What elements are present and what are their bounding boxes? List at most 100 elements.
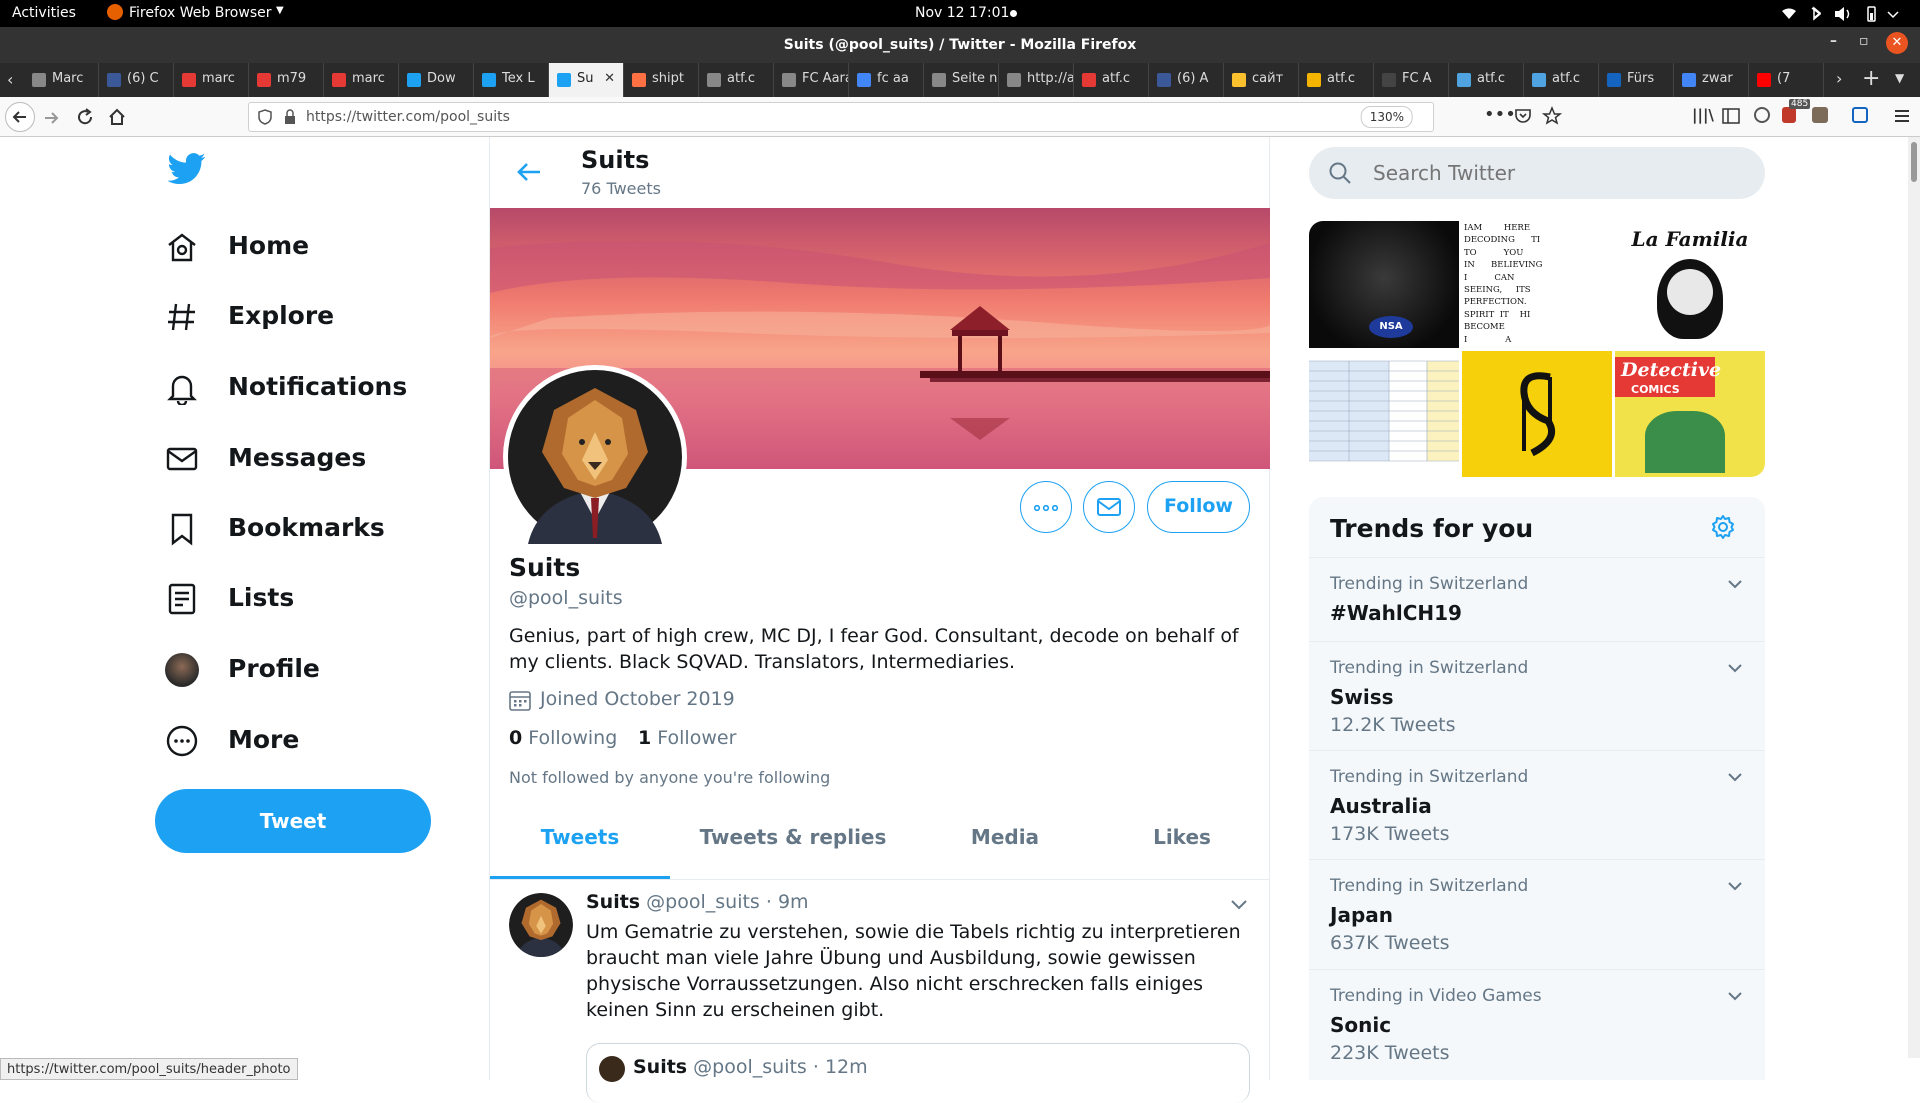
browser-tab[interactable]: shipt xyxy=(624,63,699,97)
browser-tab[interactable]: atf.c xyxy=(1524,63,1599,97)
tab-label: atf.c xyxy=(1327,71,1355,86)
twitter-logo-icon[interactable] xyxy=(168,153,206,185)
browser-tab[interactable]: atf.c xyxy=(699,63,774,97)
app-menu[interactable]: Firefox Web Browser xyxy=(129,5,272,21)
trend-item[interactable]: Trending in Switzerland #WahlCH19 xyxy=(1309,557,1765,641)
browser-tab[interactable]: сайт xyxy=(1224,63,1299,97)
page-scrollbar[interactable] xyxy=(1908,137,1920,1058)
browser-tab[interactable]: (6) A xyxy=(1149,63,1224,97)
tweet-avatar[interactable] xyxy=(509,893,573,957)
browser-tab[interactable]: marc xyxy=(324,63,399,97)
profile-avatar[interactable] xyxy=(503,365,687,549)
media-thumbnail[interactable]: Detective COMICS xyxy=(1615,351,1765,477)
pocket-icon[interactable] xyxy=(1514,107,1532,125)
back-button[interactable] xyxy=(5,102,35,132)
follow-button[interactable]: Follow xyxy=(1147,481,1250,533)
browser-tab[interactable]: FC A xyxy=(1374,63,1449,97)
star-bookmark-icon[interactable] xyxy=(1542,106,1562,126)
new-tab-icon[interactable]: + xyxy=(1862,66,1880,91)
browser-tab[interactable]: Dow xyxy=(399,63,474,97)
spreadsheet-image xyxy=(1309,360,1459,462)
browser-tab[interactable]: Marc xyxy=(24,63,99,97)
chevron-down-icon[interactable] xyxy=(1727,660,1743,676)
browser-tab[interactable]: Seite nic xyxy=(924,63,999,97)
zoom-indicator[interactable]: 130% xyxy=(1360,106,1413,128)
media-thumbnail[interactable]: IAM HERE DECODING TI TO YOU IN BELIEVING I C… xyxy=(1462,221,1612,348)
page-actions-icon[interactable]: ••• xyxy=(1484,104,1516,125)
browser-tab[interactable]: fc aa xyxy=(849,63,924,97)
system-status-area[interactable] xyxy=(1780,5,1910,23)
media-thumbnail[interactable]: NSA xyxy=(1309,221,1459,348)
chevron-down-icon[interactable] xyxy=(1727,988,1743,1004)
chevron-down-icon[interactable] xyxy=(1727,769,1743,785)
maximize-button[interactable]: ▫ xyxy=(1859,33,1869,49)
trend-item[interactable]: Trending in Switzerland Japan 637K Tweet… xyxy=(1309,859,1765,969)
gear-icon[interactable] xyxy=(1710,514,1736,540)
back-arrow-icon[interactable] xyxy=(516,161,542,183)
message-button[interactable] xyxy=(1083,481,1135,533)
media-thumbnail[interactable]: La Familia xyxy=(1615,221,1765,348)
browser-tab[interactable]: Tex L xyxy=(474,63,549,97)
forward-arrow-icon[interactable] xyxy=(42,109,60,127)
browser-tab[interactable]: zwar xyxy=(1674,63,1749,97)
browser-tab[interactable]: marc xyxy=(174,63,249,97)
scroll-tabs-right-icon[interactable]: › xyxy=(1836,69,1842,88)
quoted-tweet-header: Suits @pool_suits · 12m xyxy=(633,1056,868,1078)
tab-tweets[interactable]: Tweets xyxy=(490,825,670,849)
media-thumbnail[interactable] xyxy=(1462,351,1612,477)
tab-media[interactable]: Media xyxy=(916,825,1094,849)
tab-tweets-replies[interactable]: Tweets & replies xyxy=(670,825,916,849)
browser-tab[interactable]: Su ✕ xyxy=(549,63,624,97)
browser-tab[interactable]: Fürs xyxy=(1599,63,1674,97)
tab-likes[interactable]: Likes xyxy=(1094,825,1270,849)
activities-button[interactable]: Activities xyxy=(12,5,76,21)
followers-link[interactable]: 1 Follower xyxy=(638,727,736,749)
tweet-button[interactable]: Tweet xyxy=(155,789,431,853)
tweet-author-name[interactable]: Suits xyxy=(586,891,640,913)
window-titlebar[interactable]: Suits (@pool_suits) / Twitter - Mozilla … xyxy=(0,27,1920,63)
tab-label: Su xyxy=(577,71,594,86)
close-tab-icon[interactable]: ✕ xyxy=(604,71,615,86)
browser-tab[interactable]: http://a xyxy=(999,63,1074,97)
search-box[interactable] xyxy=(1309,147,1765,199)
quoted-tweet[interactable]: Suits @pool_suits · 12m xyxy=(586,1043,1250,1103)
tweet-time[interactable]: · 9m xyxy=(766,891,809,913)
search-input[interactable] xyxy=(1373,157,1743,189)
extension-icon[interactable] xyxy=(1812,107,1828,123)
browser-tab[interactable]: (6) C xyxy=(99,63,174,97)
browser-tab[interactable]: FC Aara xyxy=(774,63,849,97)
home-page-icon[interactable] xyxy=(107,107,127,127)
browser-tab[interactable]: atf.c xyxy=(1074,63,1149,97)
close-window-button[interactable]: ✕ xyxy=(1886,32,1908,54)
trend-item[interactable]: Trending in Switzerland Swiss 12.2K Twee… xyxy=(1309,641,1765,750)
trend-item[interactable]: Trending in Video Games Sonic 223K Tweet… xyxy=(1309,969,1765,1080)
media-thumbnail[interactable] xyxy=(1309,351,1459,477)
tab-list-icon[interactable]: ▼ xyxy=(1895,71,1904,85)
following-link[interactable]: 0 Following xyxy=(509,727,617,749)
chevron-down-icon[interactable] xyxy=(1230,899,1248,911)
browser-tab[interactable]: m79 xyxy=(249,63,324,97)
browser-tab[interactable]: atf.c xyxy=(1299,63,1374,97)
chevron-down-icon[interactable] xyxy=(1727,576,1743,592)
browser-tab[interactable]: atf.c xyxy=(1449,63,1524,97)
url-text[interactable]: https://twitter.com/pool_suits xyxy=(306,109,510,125)
clock[interactable]: Nov 12 17:01 xyxy=(915,5,1009,21)
sidebar-icon[interactable] xyxy=(1722,108,1740,124)
tab-favicon-icon xyxy=(1757,73,1771,87)
scroll-tabs-left-icon[interactable]: ‹ xyxy=(7,70,13,89)
tweet-author-handle[interactable]: @pool_suits xyxy=(646,891,760,913)
browser-tab[interactable]: (7 xyxy=(1749,63,1824,97)
reload-icon[interactable] xyxy=(76,108,94,126)
scrollbar-thumb[interactable] xyxy=(1911,142,1917,182)
extension-icon[interactable] xyxy=(1852,107,1868,123)
extension-icon[interactable] xyxy=(1754,107,1770,123)
library-icon[interactable]: |||\ xyxy=(1692,106,1714,124)
hamburger-menu-icon[interactable] xyxy=(1893,108,1911,124)
chevron-down-icon[interactable] xyxy=(1727,878,1743,894)
minimize-button[interactable]: – xyxy=(1830,33,1837,49)
ublock-icon[interactable] xyxy=(1782,107,1796,123)
more-options-button[interactable] xyxy=(1020,481,1072,533)
url-bar[interactable]: https://twitter.com/pool_suits 130% xyxy=(248,102,1434,132)
quoted-author-name: Suits xyxy=(633,1056,688,1078)
trend-item[interactable]: Trending in Switzerland Australia 173K T… xyxy=(1309,750,1765,859)
